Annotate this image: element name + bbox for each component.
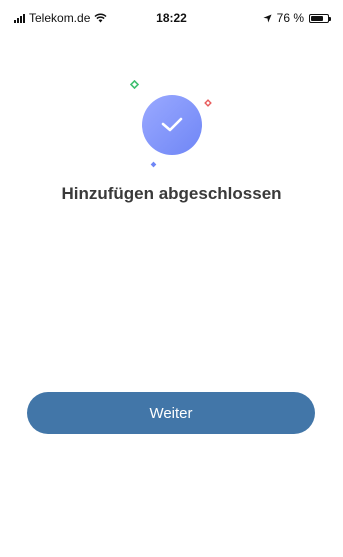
battery-fill	[311, 15, 324, 21]
success-title: Hinzufügen abgeschlossen	[61, 184, 282, 203]
sparkle-red-icon	[204, 99, 212, 107]
sparkle-green-icon	[130, 80, 139, 89]
success-badge	[142, 95, 202, 155]
continue-button[interactable]: Weiter	[27, 392, 315, 434]
status-right: 76 %	[263, 11, 331, 25]
continue-button-label: Weiter	[149, 404, 193, 422]
sparkle-blue-icon	[150, 161, 157, 168]
battery-percent: 76 %	[276, 11, 304, 25]
location-arrow-icon	[263, 13, 272, 23]
checkmark-icon	[161, 117, 183, 132]
battery-icon	[309, 13, 331, 23]
status-bar: Telekom.de 18:22 76 %	[0, 0, 343, 36]
